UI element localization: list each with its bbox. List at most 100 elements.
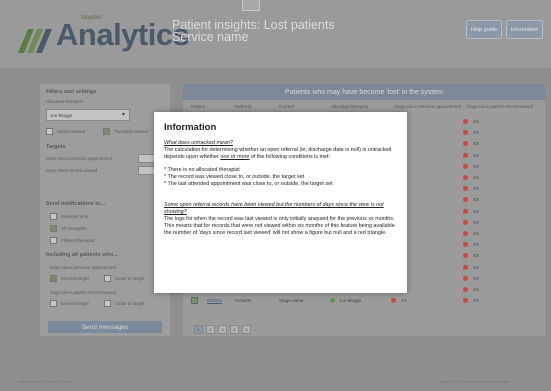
record-viewed-cell: XX [473,186,480,192]
days-record-viewed-label: Days since record viewed [46,168,98,173]
page-1-button[interactable]: 1 [194,325,203,334]
page-2-button[interactable]: 2 [206,325,215,334]
help-guide-button[interactable]: Help guide [466,20,502,39]
information-button[interactable]: Information [506,20,543,39]
all-therapists-checkbox[interactable] [50,225,57,232]
selected-only-label: Selected only [61,214,89,219]
col-days-record-viewed[interactable]: Days since patient record viewed [467,104,539,109]
therapist-viewed-label: Therapist viewed [114,129,149,134]
admin-viewed-checkbox[interactable] [46,128,53,135]
all-therapists-label: All therapists [61,226,87,231]
information-modal: Information What does untracked mean? Th… [154,112,407,293]
record-viewed-status-dot [463,208,468,214]
days-prev-appt-label: Days since previous appointment [46,156,113,161]
modal-question-2: Some open referral records have been vie… [164,202,384,215]
exceed-target-2-checkbox[interactable] [50,300,57,307]
therapist-status-dot [330,298,335,304]
selected-only-checkbox[interactable] [50,213,57,220]
modal-question-1: What does untracked mean? [164,140,233,146]
modal-p1-underline: one or more [220,154,250,160]
incl-days-record-viewed-label: Days since patient record viewed [50,290,117,295]
allocated-therapist-select[interactable]: Joe Bloggs ▾ [46,109,130,121]
filtered-therapist-checkbox[interactable] [50,237,57,244]
record-viewed-cell: XX [473,141,480,147]
record-viewed-status-dot [463,275,468,281]
close-to-target-checkbox[interactable] [104,275,111,282]
record-viewed-status-dot [463,219,468,225]
record-viewed-cell: XX [473,298,480,304]
record-viewed-status-dot [463,119,468,124]
record-viewed-status-dot [463,287,468,292]
record-viewed-status-dot [463,163,468,169]
exceed-target-checkbox[interactable] [50,275,57,282]
admin-viewed-label: Admin viewed [57,129,86,134]
prev-appt-status-dot [391,298,396,304]
footer-data-run: Data run date: 01-Jan-2019 8:00am [18,380,74,384]
top-tab[interactable] [242,0,260,11]
filters-panel: Filters and settings Allocated therapist… [40,84,170,336]
record-viewed-cell: XX [473,197,480,203]
patient-link[interactable]: 000000 [207,298,222,303]
record-viewed-cell: XX [473,152,480,158]
record-viewed-status-dot [463,130,468,136]
therapist-viewed-checkbox[interactable] [103,128,110,135]
send-notifications-title: Send notifications to... [46,201,105,207]
chevron-down-icon: ▾ [121,112,125,118]
pagination: 1 2 3 4 5 ... [194,325,258,335]
col-current[interactable]: Current [279,104,294,109]
record-viewed-cell: XX [473,208,480,214]
record-viewed-cell: XX [473,264,480,270]
record-viewed-status-dot [463,186,468,192]
referral-cell: ssrrar00 [235,298,252,304]
logo: Mayden Analytics [18,13,190,55]
col-allocated-therapist[interactable]: Allocated therapist [331,104,368,109]
row-checkbox[interactable] [191,297,198,305]
prev-appt-cell: XX [401,298,408,304]
page-5-button[interactable]: 5 [242,325,251,334]
modal-p1-b: of the following conditions is met: [249,154,331,160]
record-viewed-status-dot [463,253,468,259]
record-viewed-status-dot [463,175,468,180]
record-viewed-status-dot [463,152,468,158]
table-title: Patients who may have become 'lost' in t… [183,84,545,100]
record-viewed-cell: XX [473,287,480,292]
record-viewed-status-dot [463,197,468,203]
record-viewed-cell: XX [473,175,480,180]
modal-title: Information [164,122,217,133]
record-viewed-cell: XX [473,253,480,259]
pager-ellipsis: ... [254,327,259,333]
modal-body: What does untracked mean? The calculatio… [164,140,402,237]
col-days-prev-appt[interactable]: Days since previous appointment [395,104,463,109]
page-3-button[interactable]: 3 [218,325,227,334]
table-row[interactable]: 000000 ssrrar00 Stage name Joe Bloggs XX XX [187,295,541,306]
record-viewed-cell: XX [473,242,480,248]
page-subtitle: Service name [172,30,249,44]
modal-bullet-3: * The last attended appointment was clos… [164,181,333,187]
close-to-target-2-label: Close to target [115,301,145,306]
record-viewed-status-dot [463,298,468,304]
exceed-target-2-label: Exceed target [61,301,89,306]
including-title: Including all patients who... [46,252,118,258]
record-viewed-status-dot [463,264,468,270]
footer-copyright: Copyright © 2019 Mayden. All rights rese… [438,380,510,384]
app-header: Mayden Analytics Patient insights: Lost … [0,0,551,68]
filtered-therapist-label: Filtered therapist [61,238,95,243]
record-viewed-cell: XX [473,219,480,225]
modal-paragraph-2: The logs for when the record was last vi… [164,216,395,236]
record-viewed-status-dot [463,141,468,147]
col-patient[interactable]: Patient [191,104,205,109]
record-viewed-cell: XX [473,231,480,236]
modal-paragraph-1: The calculation for determining whether … [164,147,402,161]
record-viewed-cell: XX [473,163,480,169]
close-to-target-2-checkbox[interactable] [104,300,111,307]
allocated-therapist-value: Joe Bloggs [50,112,73,118]
page-4-button[interactable]: 4 [230,325,239,334]
close-to-target-label: Close to target [115,276,145,281]
send-messages-button[interactable]: Send messages [48,321,162,333]
stage-cell: Stage name [279,298,304,304]
record-viewed-cell: XX [473,119,480,124]
allocated-therapist-label: Allocated therapist [46,99,84,104]
filters-title: Filters and settings [46,89,97,95]
logo-text: Analytics [56,17,190,52]
col-referral[interactable]: Referral [235,104,251,109]
